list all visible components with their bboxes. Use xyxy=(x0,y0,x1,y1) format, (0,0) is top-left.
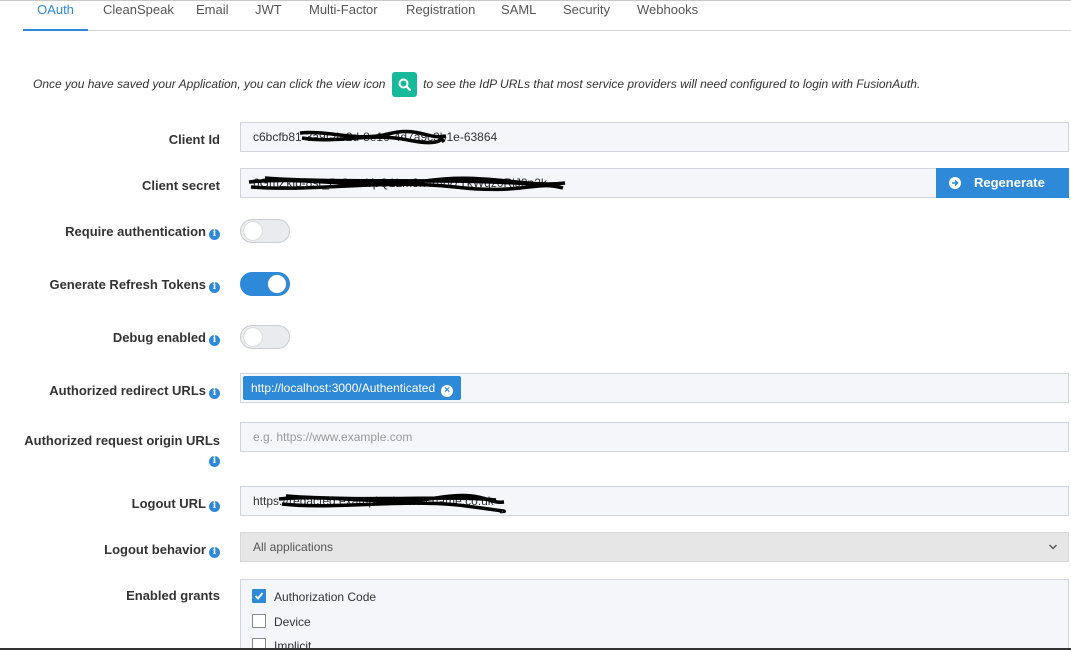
tab-jwt[interactable]: JWT xyxy=(255,0,282,31)
remove-chip-icon[interactable]: × xyxy=(441,385,454,397)
arrow-right-circle-icon xyxy=(949,177,961,189)
grant-device[interactable]: Device xyxy=(252,614,311,630)
logout-url-label: Logout URL i xyxy=(132,496,220,512)
tab-webhooks[interactable]: Webhooks xyxy=(637,0,698,31)
checkbox-icon[interactable] xyxy=(252,614,266,628)
logout-behavior-value: All applications xyxy=(253,540,334,554)
info-text-before: Once you have saved your Application, yo… xyxy=(33,77,386,91)
info-icon: i xyxy=(209,388,220,399)
redaction-scribble xyxy=(248,176,566,192)
grant-authorization-code[interactable]: Authorization Code xyxy=(252,589,376,605)
origin-urls-label: Authorized request origin URLs i xyxy=(24,433,220,467)
tab-saml[interactable]: SAML xyxy=(501,0,536,31)
redirect-url-value: http://localhost:3000/Authenticated xyxy=(251,381,436,395)
client-id-label: Client Id xyxy=(168,132,220,147)
tab-security[interactable]: Security xyxy=(563,0,610,31)
require-auth-label: Require authentication i xyxy=(65,224,220,240)
chevron-down-icon xyxy=(1049,544,1057,550)
redirect-urls-label: Authorized redirect URLs i xyxy=(49,383,220,399)
checkbox-checked-icon[interactable] xyxy=(252,589,266,603)
search-icon xyxy=(391,72,417,97)
tab-registration[interactable]: Registration xyxy=(406,0,475,31)
origin-urls-placeholder: e.g. https://www.example.com xyxy=(253,430,413,444)
tab-bar: OAuth CleanSpeak Email JWT Multi-Factor … xyxy=(23,0,1071,31)
require-auth-toggle[interactable] xyxy=(240,219,290,243)
redaction-scribble xyxy=(278,493,506,514)
logout-behavior-select[interactable]: All applications xyxy=(240,532,1069,562)
tab-cleanspeak[interactable]: CleanSpeak xyxy=(103,0,174,31)
origin-urls-field[interactable]: e.g. https://www.example.com xyxy=(240,422,1069,452)
client-secret-label: Client secret xyxy=(141,178,220,193)
debug-enabled-label: Debug enabled i xyxy=(113,330,220,346)
tab-multi-factor[interactable]: Multi-Factor xyxy=(309,0,378,31)
info-text-after: to see the IdP URLs that most service pr… xyxy=(423,77,921,91)
debug-enabled-toggle[interactable] xyxy=(240,325,290,349)
enabled-grants-label: Enabled grants xyxy=(126,588,220,603)
info-icon: i xyxy=(209,501,220,512)
info-icon: i xyxy=(209,547,220,558)
info-message: Once you have saved your Application, yo… xyxy=(33,72,920,97)
tab-oauth[interactable]: OAuth xyxy=(23,0,88,31)
tab-email[interactable]: Email xyxy=(196,0,229,31)
info-icon: i xyxy=(209,456,220,467)
logout-behavior-label: Logout behavior i xyxy=(104,542,220,558)
enabled-grants-box: Authorization Code Device Implicit xyxy=(240,579,1069,650)
refresh-tokens-toggle[interactable] xyxy=(240,272,290,296)
regenerate-button[interactable]: Regenerate xyxy=(936,168,1069,198)
refresh-tokens-label: Generate Refresh Tokens i xyxy=(49,277,220,293)
info-icon: i xyxy=(209,229,220,240)
info-icon: i xyxy=(209,282,220,293)
redirect-url-chip: http://localhost:3000/Authenticated × xyxy=(243,376,462,400)
regenerate-label: Regenerate xyxy=(974,175,1045,190)
info-icon: i xyxy=(209,335,220,346)
redaction-scribble xyxy=(299,129,447,145)
